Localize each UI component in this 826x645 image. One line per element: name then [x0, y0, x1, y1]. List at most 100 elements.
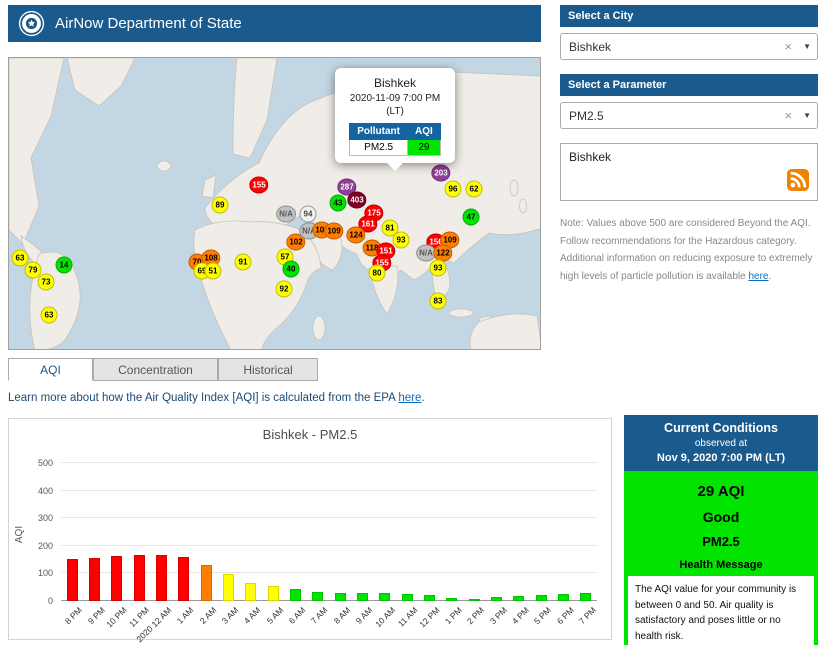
- map[interactable]: Bishkek 2020-11-09 7:00 PM (LT) Pollutan…: [8, 57, 541, 350]
- aqi-chart: Bishkek - PM2.5 AQI 0 100 200 300 400 500 8 P…: [8, 418, 612, 644]
- aqi-map-marker[interactable]: 43: [329, 194, 347, 212]
- chart-bar[interactable]: [66, 559, 78, 601]
- chart-bar[interactable]: [222, 573, 234, 601]
- city-select[interactable]: Bishkek × ▼: [560, 33, 818, 60]
- bar-slot: 10 PM: [104, 463, 129, 629]
- current-conditions-title: Current Conditions: [664, 421, 778, 435]
- chart-bar[interactable]: [334, 593, 346, 601]
- tab-concentration[interactable]: Concentration: [93, 358, 218, 381]
- current-conditions-panel: Current Conditions observed at Nov 9, 20…: [624, 415, 818, 645]
- tab-historical[interactable]: Historical: [218, 358, 318, 381]
- current-aqi-block: 29 AQI Good PM2.5: [624, 471, 818, 559]
- x-tick-label: 9 PM: [85, 605, 107, 627]
- y-tick-label: 200: [37, 540, 53, 551]
- chart-bars: 8 PM 9 PM 10 PM 11 PM 2020 12 AM 1 AM 2 AM 3 AM…: [61, 463, 598, 644]
- chart-bar[interactable]: [155, 555, 167, 601]
- x-tick-label: 2 AM: [197, 605, 219, 626]
- chart-bar[interactable]: [356, 592, 368, 601]
- aqi-map-marker[interactable]: 93: [429, 259, 447, 277]
- bar-slot: 3 PM: [485, 463, 508, 626]
- feed-box: Bishkek: [560, 143, 818, 201]
- x-tick-label: 1 AM: [175, 605, 196, 626]
- note-here-link[interactable]: here: [748, 271, 768, 282]
- bar-slot: 8 PM: [61, 463, 84, 626]
- chart-bar[interactable]: [200, 565, 212, 601]
- bar-slot: 2 AM: [195, 463, 218, 626]
- parameter-caret-icon[interactable]: ▼: [799, 111, 811, 120]
- aqi-map-marker[interactable]: 47: [462, 208, 480, 226]
- chart-bar[interactable]: [245, 583, 257, 601]
- bar-slot: 9 AM: [351, 463, 375, 626]
- chart-bar[interactable]: [289, 589, 301, 601]
- sidebar: Select a City Bishkek × ▼ Select a Param…: [560, 5, 818, 285]
- tab-bar: AQI Concentration Historical: [8, 358, 318, 381]
- epa-here-link[interactable]: here: [398, 392, 421, 404]
- aqi-map-marker[interactable]: 91: [234, 253, 252, 271]
- aqi-map-marker[interactable]: 92: [275, 280, 293, 298]
- parameter-clear-icon[interactable]: ×: [777, 108, 799, 123]
- note-end: .: [768, 270, 772, 282]
- aqi-map-marker[interactable]: N/A: [276, 205, 296, 223]
- chart-bar[interactable]: [423, 594, 435, 601]
- chart-bar[interactable]: [178, 557, 190, 601]
- rss-icon[interactable]: [787, 169, 809, 194]
- bar-slot: 2 PM: [463, 463, 486, 626]
- chart-bar[interactable]: [557, 593, 569, 601]
- chart-bar[interactable]: [468, 599, 480, 601]
- bar-slot: 4 PM: [508, 463, 531, 626]
- current-conditions-header: Current Conditions observed at Nov 9, 20…: [624, 415, 818, 471]
- aqi-map-marker[interactable]: 62: [465, 180, 483, 198]
- x-tick-label: 12 PM: [417, 605, 442, 630]
- bar-slot: 5 AM: [262, 463, 285, 626]
- city-select-value: Bishkek: [569, 39, 612, 54]
- chart-bar[interactable]: [446, 598, 458, 601]
- aqi-map-marker[interactable]: 94: [299, 205, 317, 223]
- bar-slot: 2020 12 AM: [134, 463, 174, 644]
- bar-slot: 11 AM: [395, 463, 419, 629]
- aqi-map-marker[interactable]: 83: [429, 292, 447, 310]
- chart-bar[interactable]: [580, 593, 592, 601]
- chart-bar[interactable]: [267, 586, 279, 601]
- chart-bar[interactable]: [111, 556, 123, 601]
- bar-slot: 8 AM: [329, 463, 352, 626]
- chart-bar[interactable]: [133, 554, 145, 601]
- chart-bar[interactable]: [535, 594, 547, 601]
- x-tick-label: 10 AM: [372, 605, 397, 630]
- aqi-map-marker[interactable]: 89: [211, 196, 229, 214]
- chart-bar[interactable]: [513, 596, 525, 601]
- page: AirNow Department of State Bishkek 2020-…: [0, 0, 826, 645]
- current-aqi-parameter: PM2.5: [702, 534, 740, 549]
- y-tick-label: 300: [37, 513, 53, 524]
- aqi-map-marker[interactable]: 63: [40, 306, 58, 324]
- chart-bar[interactable]: [88, 557, 100, 601]
- observed-datetime: Nov 9, 2020 7:00 PM (LT): [656, 452, 786, 464]
- aqi-map-marker[interactable]: 73: [37, 273, 55, 291]
- aqi-map-marker[interactable]: 93: [392, 231, 410, 249]
- bar-slot: 5 PM: [530, 463, 553, 626]
- x-tick-label: 4 PM: [509, 605, 531, 627]
- aqi-map-marker[interactable]: 14: [55, 256, 73, 274]
- map-popup: Bishkek 2020-11-09 7:00 PM (LT) Pollutan…: [335, 68, 455, 171]
- chart-bar[interactable]: [490, 597, 502, 601]
- health-message-header: Health Message: [679, 559, 763, 571]
- x-tick-label: 11 AM: [395, 605, 420, 629]
- aqi-map-marker[interactable]: 51: [204, 262, 222, 280]
- aqi-map-marker[interactable]: 40: [282, 260, 300, 278]
- parameter-select-value: PM2.5: [569, 108, 604, 123]
- select-parameter-header: Select a Parameter: [560, 74, 818, 96]
- popup-datetime: 2020-11-09 7:00 PM (LT): [349, 93, 441, 117]
- learn-more-text: Learn more about how the Air Quality Ind…: [8, 392, 399, 404]
- chart-bar[interactable]: [401, 593, 413, 601]
- x-tick-label: 8 AM: [331, 605, 353, 626]
- city-caret-icon[interactable]: ▼: [799, 42, 811, 51]
- tab-aqi[interactable]: AQI: [8, 358, 93, 381]
- y-tick-label: 400: [37, 485, 53, 496]
- city-clear-icon[interactable]: ×: [777, 39, 799, 54]
- chart-bar[interactable]: [379, 593, 391, 601]
- parameter-select[interactable]: PM2.5 × ▼: [560, 102, 818, 129]
- bar-slot: 7 AM: [307, 463, 330, 626]
- y-tick-label: 100: [37, 568, 53, 579]
- aqi-map-marker[interactable]: 80: [368, 264, 386, 282]
- aqi-map-marker[interactable]: 96: [444, 180, 462, 198]
- chart-bar[interactable]: [312, 592, 324, 601]
